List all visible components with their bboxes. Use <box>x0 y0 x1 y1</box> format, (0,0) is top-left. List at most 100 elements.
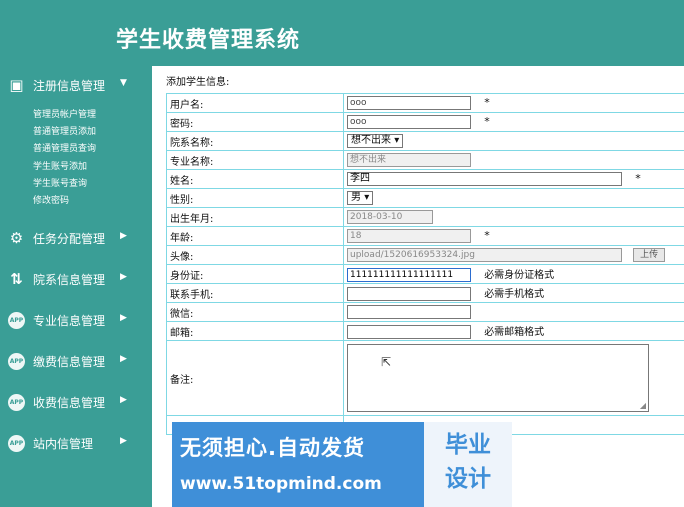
avatar-path-input[interactable]: upload/1520616953324.jpg <box>347 248 622 262</box>
chevron-right-icon: ▶ <box>120 313 127 323</box>
chevron-right-icon: ▶ <box>120 231 127 241</box>
app-icon: APP <box>8 312 25 329</box>
nav-label: 院系信息管理 <box>33 273 106 287</box>
subnav-query-admin[interactable]: 普通管理员查询 <box>33 143 96 155</box>
form-row-major: 专业名称: 想不出来 <box>166 150 684 170</box>
field-hint: 必需身份证格式 <box>484 270 555 281</box>
form-row-email: 邮箱: 必需邮箱格式 <box>166 321 684 341</box>
nav-label: 注册信息管理 <box>33 79 106 93</box>
required-mark: * <box>484 115 490 128</box>
watermark-banner: 无须担心.自动发货 www.51topmind.com 毕业 设计 <box>172 422 512 507</box>
major-input[interactable]: 想不出来 <box>347 153 471 167</box>
id-card-input[interactable]: 111111111111111111 <box>347 268 471 282</box>
nav-item-messages[interactable]: APP 站内信管理 ▶ <box>0 432 137 456</box>
remark-textarea[interactable]: ◢ <box>347 344 649 412</box>
field-label: 密码: <box>166 112 344 132</box>
field-label: 专业名称: <box>166 150 344 170</box>
monitor-icon: ▣ <box>9 76 24 94</box>
wechat-input[interactable] <box>347 305 471 319</box>
dropdown-arrow-icon: ▾ <box>394 135 400 146</box>
app-icon: APP <box>8 353 25 370</box>
nav-label: 站内信管理 <box>33 437 94 451</box>
chevron-right-icon: ▶ <box>120 436 127 446</box>
field-label: 备注: <box>166 340 344 416</box>
subnav-add-admin[interactable]: 普通管理员添加 <box>33 126 96 138</box>
form-row-username: 用户名: ooo * <box>166 93 684 113</box>
field-hint: 必需邮箱格式 <box>484 327 545 338</box>
nav-item-payment[interactable]: APP 缴费信息管理 ▶ <box>0 350 137 374</box>
nav-label: 缴费信息管理 <box>33 355 106 369</box>
watermark-badge-line2: 设计 <box>445 466 491 492</box>
nav-label: 专业信息管理 <box>33 314 106 328</box>
subnav-add-student[interactable]: 学生账号添加 <box>33 161 87 173</box>
nav-label: 收费信息管理 <box>33 396 106 410</box>
form-row-id-card: 身份证: 111111111111111111 必需身份证格式 <box>166 264 684 284</box>
watermark-text: 无须担心.自动发货 <box>180 436 365 460</box>
field-label: 邮箱: <box>166 321 344 341</box>
form-row-wechat: 微信: <box>166 302 684 322</box>
form-row-name: 姓名: 李四 * <box>166 169 684 189</box>
field-label: 联系手机: <box>166 283 344 303</box>
form-caption: 添加学生信息: <box>166 77 230 88</box>
form-row-phone: 联系手机: 必需手机格式 <box>166 283 684 303</box>
field-hint: 必需手机格式 <box>484 289 545 300</box>
nav-item-task-assignment[interactable]: ⚙ 任务分配管理 ▶ <box>0 227 137 251</box>
nav-item-major[interactable]: APP 专业信息管理 ▶ <box>0 309 137 333</box>
sidebar: ▣ 注册信息管理 ▼ 管理员帐户管理 普通管理员添加 普通管理员查询 学生账号添… <box>0 66 137 507</box>
nav-item-department[interactable]: ⇅ 院系信息管理 ▶ <box>0 268 137 292</box>
field-label: 身份证: <box>166 264 344 284</box>
field-label: 用户名: <box>166 93 344 113</box>
field-label: 年龄: <box>166 226 344 246</box>
required-mark: * <box>484 96 490 109</box>
gender-select-value: 男 <box>351 192 361 203</box>
watermark-badge-line1: 毕业 <box>445 432 491 458</box>
department-select-value: 想不出来 <box>351 135 391 146</box>
app-icon: APP <box>8 394 25 411</box>
field-label: 性别: <box>166 188 344 208</box>
form-row-remark: 备注: ◢ <box>166 340 684 416</box>
watermark-url: www.51topmind.com <box>180 474 382 494</box>
field-label: 微信: <box>166 302 344 322</box>
student-form: 用户名: ooo * 密码: ooo * 院系名称: 想不出来 ▾ 专业名称: … <box>166 93 684 435</box>
form-row-age: 年龄: 18 * <box>166 226 684 246</box>
subnav-query-student[interactable]: 学生账号查询 <box>33 178 87 190</box>
chevron-down-icon: ▼ <box>120 78 127 88</box>
age-input[interactable]: 18 <box>347 229 471 243</box>
email-input[interactable] <box>347 325 471 339</box>
gender-select[interactable]: 男 ▾ <box>347 191 374 205</box>
birth-date-input[interactable]: 2018-03-10 <box>347 210 433 224</box>
app-title: 学生收费管理系统 <box>116 28 301 53</box>
upload-button[interactable]: 上传 <box>633 248 666 262</box>
resize-grip-icon[interactable]: ◢ <box>640 401 646 410</box>
nav-item-registration[interactable]: ▣ 注册信息管理 ▼ <box>0 74 137 98</box>
form-row-avatar: 头像: upload/1520616953324.jpg 上传 <box>166 245 684 265</box>
required-mark: * <box>484 229 490 242</box>
phone-input[interactable] <box>347 287 471 301</box>
password-input[interactable]: ooo <box>347 115 471 129</box>
chevron-right-icon: ▶ <box>120 272 127 282</box>
field-label: 头像: <box>166 245 344 265</box>
name-input[interactable]: 李四 <box>347 172 622 186</box>
mouse-cursor-icon: ⇱ <box>381 355 392 369</box>
nav-label: 任务分配管理 <box>33 232 106 246</box>
form-row-gender: 性别: 男 ▾ <box>166 188 684 208</box>
field-label: 出生年月: <box>166 207 344 227</box>
department-select[interactable]: 想不出来 ▾ <box>347 134 404 148</box>
subnav-change-password[interactable]: 修改密码 <box>33 195 69 207</box>
required-mark: * <box>635 172 641 185</box>
dropdown-arrow-icon: ▾ <box>364 192 370 203</box>
form-row-department: 院系名称: 想不出来 ▾ <box>166 131 684 151</box>
swap-icon: ⇅ <box>10 270 23 288</box>
field-label: 院系名称: <box>166 131 344 151</box>
form-row-birth: 出生年月: 2018-03-10 <box>166 207 684 227</box>
subnav-admin-account[interactable]: 管理员帐户管理 <box>33 109 96 121</box>
user-gear-icon: ⚙ <box>9 229 24 247</box>
nav-item-fee[interactable]: APP 收费信息管理 ▶ <box>0 391 137 415</box>
field-label: 姓名: <box>166 169 344 189</box>
app-icon: APP <box>8 435 25 452</box>
chevron-right-icon: ▶ <box>120 395 127 405</box>
username-input[interactable]: ooo <box>347 96 471 110</box>
watermark-badge: 毕业 设计 <box>424 422 512 507</box>
chevron-right-icon: ▶ <box>120 354 127 364</box>
form-row-password: 密码: ooo * <box>166 112 684 132</box>
